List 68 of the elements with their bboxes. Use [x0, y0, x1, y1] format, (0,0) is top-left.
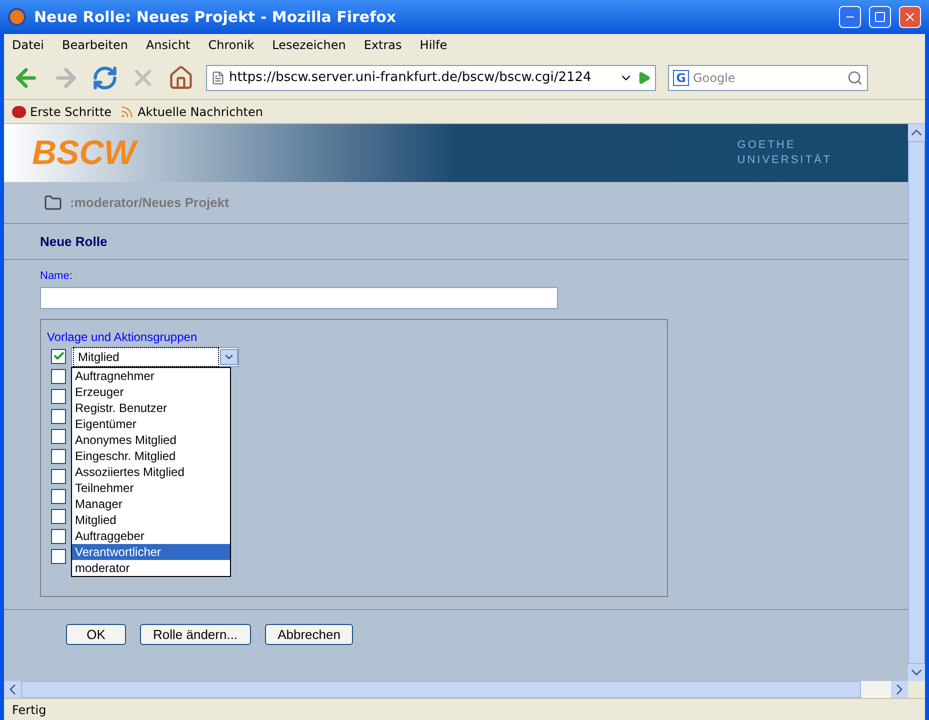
dropdown-option[interactable]: Auftragnehmer	[72, 368, 230, 384]
menu-item[interactable]: Datei	[12, 36, 44, 54]
dropdown-option[interactable]: Eigentümer	[72, 416, 230, 432]
page-icon	[211, 70, 225, 84]
checkbox[interactable]	[51, 428, 66, 444]
bscw-logo: BSCW	[32, 128, 136, 178]
checkbox[interactable]	[51, 508, 66, 524]
minimize-button[interactable]	[839, 6, 861, 28]
search-input[interactable]: Google	[693, 68, 843, 86]
checkbox[interactable]	[51, 528, 66, 544]
menu-item[interactable]: Lesezeichen	[272, 36, 346, 54]
home-icon[interactable]	[168, 64, 194, 90]
scroll-up-icon[interactable]	[908, 124, 925, 141]
search-field[interactable]: G Google	[668, 64, 868, 90]
checkbox[interactable]	[51, 488, 66, 504]
url-text: https://bscw.server.uni-frankfurt.de/bscw/bscw.cgi/2124	[229, 68, 592, 87]
scroll-down-icon[interactable]	[908, 664, 925, 681]
checkbox[interactable]	[51, 408, 66, 424]
dropdown-option[interactable]: Eingeschr. Mitglied	[72, 448, 230, 464]
name-input-field[interactable]	[40, 286, 558, 308]
scroll-right-icon[interactable]	[891, 681, 908, 698]
dropdown-option[interactable]: Manager	[72, 496, 230, 512]
menu-item[interactable]: Extras	[364, 36, 402, 54]
checkbox[interactable]	[51, 548, 66, 564]
url-field[interactable]: https://bscw.server.uni-frankfurt.de/bscw/bscw.cgi/2124	[206, 64, 656, 90]
form-button[interactable]: Abbrechen	[264, 624, 354, 644]
dropdown-button[interactable]	[220, 348, 238, 364]
dropdown-option[interactable]: Verantwortlicher	[72, 544, 230, 560]
bookmark-link[interactable]: Erste Schritte	[12, 102, 112, 120]
dropdown-option[interactable]: Mitglied	[72, 512, 230, 528]
checkbox[interactable]	[51, 348, 66, 364]
bookmark-link[interactable]: Aktuelle Nachrichten	[120, 102, 263, 120]
group-label: Vorlage und Aktionsgruppen	[47, 328, 198, 346]
window-title: Neue Rolle: Neues Projekt - Mozilla Firefox	[34, 6, 398, 28]
reload-icon[interactable]	[92, 64, 118, 90]
dropdown-option[interactable]: Anonymes Mitglied	[72, 432, 230, 448]
dropdown-option[interactable]: Assoziiertes Mitglied	[72, 464, 230, 480]
checkbox[interactable]	[51, 388, 66, 404]
rss-icon	[120, 104, 134, 118]
name-label: Name:	[40, 269, 74, 284]
form-button[interactable]: OK	[66, 624, 126, 644]
dropdown-option[interactable]: moderator	[72, 560, 230, 576]
menu-item[interactable]: Hilfe	[420, 36, 448, 54]
maximize-icon	[874, 11, 886, 23]
close-icon	[903, 10, 917, 24]
google-icon: G	[673, 70, 689, 86]
close-button[interactable]	[899, 6, 921, 28]
status-text: Fertig	[12, 702, 46, 718]
maximize-button[interactable]	[869, 6, 891, 28]
scroll-left-icon[interactable]	[4, 681, 21, 698]
bookmark-icon	[12, 106, 26, 118]
dropdown-option[interactable]: Erzeuger	[72, 384, 230, 400]
checkbox[interactable]	[51, 448, 66, 464]
dropdown-option[interactable]: Auftraggeber	[72, 528, 230, 544]
menu-item[interactable]: Bearbeiten	[62, 36, 128, 54]
menu-item[interactable]: Ansicht	[146, 36, 190, 54]
dropdown-option[interactable]: Teilnehmer	[72, 480, 230, 496]
role-select[interactable]: Mitglied	[71, 346, 239, 366]
search-icon[interactable]	[847, 70, 863, 86]
form-button[interactable]: Rolle ändern...	[140, 624, 251, 644]
folder-icon	[44, 194, 62, 212]
dropdown-option[interactable]: Registr. Benutzer	[72, 400, 230, 416]
checkbox[interactable]	[51, 468, 66, 484]
firefox-icon	[8, 8, 26, 26]
university-logo: GOETHE UNIVERSITÄT	[737, 138, 832, 168]
menu-item[interactable]: Chronik	[208, 36, 254, 54]
page-heading: Neue Rolle	[40, 232, 108, 251]
checkbox[interactable]	[51, 368, 66, 384]
